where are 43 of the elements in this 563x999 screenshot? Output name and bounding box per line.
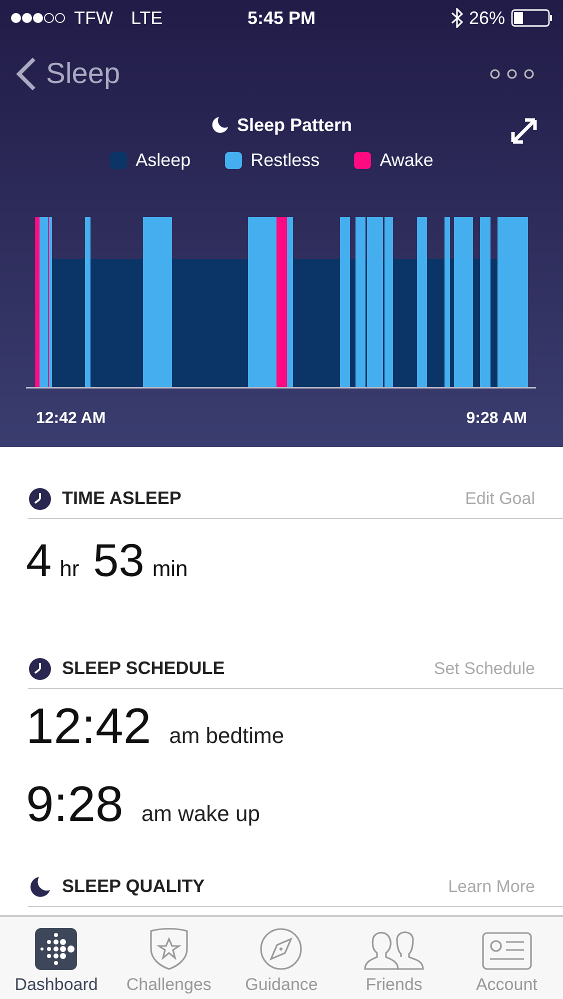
section-action-link[interactable]: Edit Goal <box>465 488 535 508</box>
end-time: 9:28 AM <box>466 410 527 428</box>
duration-value: 4 <box>26 533 52 587</box>
legend-label: Asleep <box>136 150 191 170</box>
id-card-icon[interactable] <box>482 931 532 971</box>
status-time: 5:45 PM <box>247 8 316 28</box>
compass-icon[interactable] <box>259 927 304 971</box>
section-title: SLEEP QUALITY <box>62 876 206 897</box>
clock-icon <box>28 486 52 510</box>
back-icon[interactable] <box>14 56 38 92</box>
section-action-link[interactable]: Learn More <box>448 876 535 896</box>
start-time: 12:42 AM <box>36 410 106 428</box>
section-title: TIME ASLEEP <box>62 488 182 509</box>
expand-icon[interactable] <box>509 116 539 146</box>
clock-icon <box>28 656 52 680</box>
schedule-label: am wake up <box>141 801 260 827</box>
chart-title: Sleep Pattern <box>236 114 352 136</box>
legend-label: Restless <box>250 150 320 170</box>
duration-unit: hr <box>60 556 80 582</box>
tab[interactable]: Friends <box>338 917 450 999</box>
tab[interactable]: Dashboard <box>0 917 113 999</box>
duration-value: 53 <box>93 533 144 587</box>
schedule-time: 12:42 <box>26 697 152 755</box>
signal-icon <box>10 12 66 24</box>
carrier-label: TFW <box>74 8 113 28</box>
legend-label: Awake <box>380 150 434 170</box>
tab[interactable]: Challenges <box>112 917 226 999</box>
moon-icon <box>28 874 52 898</box>
battery-percent: 26% <box>468 8 505 28</box>
more-icon[interactable] <box>489 68 535 80</box>
schedule-time: 9:28 <box>26 775 124 833</box>
bluetooth-icon <box>450 8 463 28</box>
back-button[interactable]: Sleep <box>14 56 120 92</box>
section-action-link[interactable]: Set Schedule <box>434 658 535 678</box>
battery-icon <box>511 9 553 27</box>
duration-unit: min <box>152 556 188 582</box>
dashboard-icon[interactable] <box>34 927 78 971</box>
network-label: LTE <box>130 8 163 28</box>
moon-icon <box>210 116 229 134</box>
tab[interactable]: Guidance <box>225 917 338 999</box>
tab[interactable]: Account <box>450 917 563 999</box>
schedule-label: am bedtime <box>169 723 284 749</box>
section-title: SLEEP SCHEDULE <box>62 658 226 679</box>
